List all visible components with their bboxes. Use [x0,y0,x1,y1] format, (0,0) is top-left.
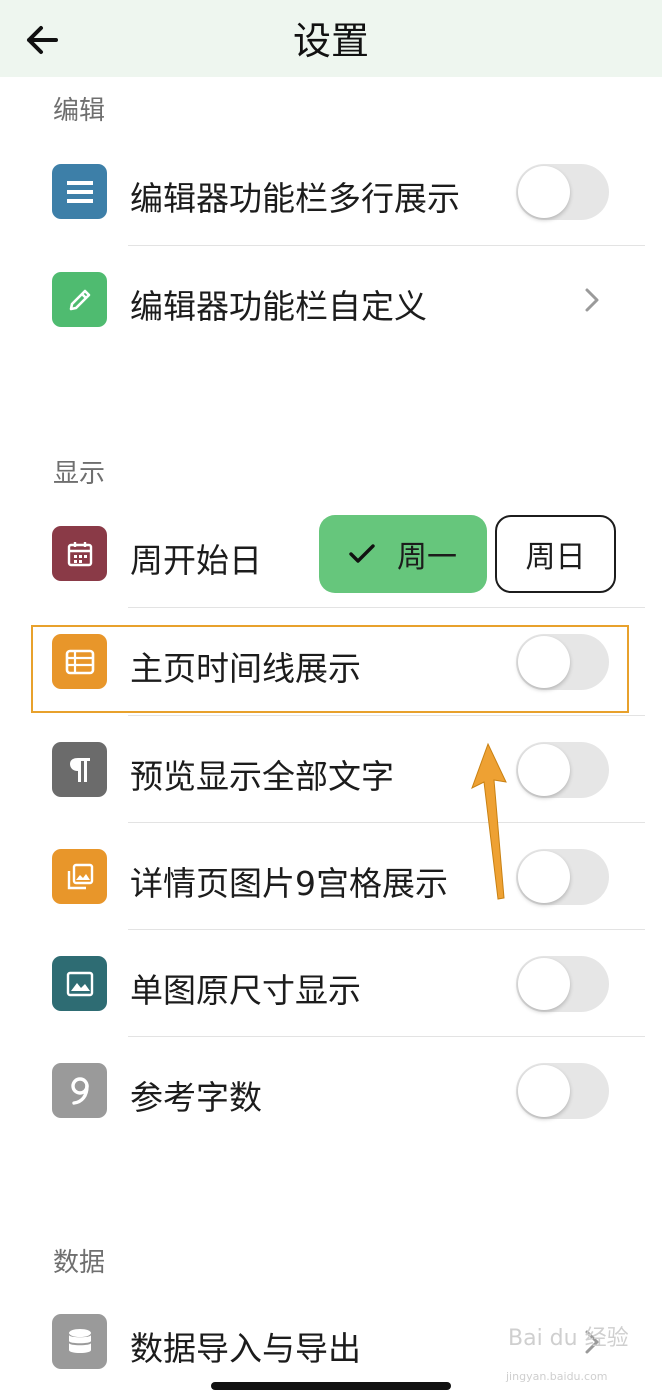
number-nine-icon [52,1063,107,1118]
option-label: 周一 [397,540,457,575]
pilcrow-icon [52,742,107,797]
photo-library-icon [52,849,107,904]
setting-row-custom-toolbar[interactable]: 编辑器功能栏自定义 [0,258,662,348]
setting-row-multiline-toolbar: 编辑器功能栏多行展示 [0,150,662,240]
section-title-display: 显示 [53,459,106,489]
toggle-knob [518,958,570,1010]
divider [128,607,645,608]
home-indicator [211,1382,451,1390]
setting-label: 详情页图片9宫格展示 [130,864,448,903]
divider [128,822,645,823]
watermark-text: Bai du 经验 [508,1326,629,1351]
toggle-knob [518,166,570,218]
divider [128,245,645,246]
pencil-icon [52,272,107,327]
reference-word-count-toggle[interactable] [516,1063,609,1119]
divider [128,929,645,930]
setting-label: 编辑器功能栏自定义 [130,287,427,326]
toggle-knob [518,744,570,796]
toggle-knob [518,851,570,903]
highlight-box [31,625,629,713]
setting-label: 单图原尺寸显示 [130,971,361,1010]
image-icon [52,956,107,1011]
app-header: 设置 [0,0,662,77]
checkmark-icon [349,544,375,564]
calendar-icon [52,526,107,581]
section-title-data: 数据 [53,1248,106,1278]
setting-row-detail-grid: 详情页图片9宫格展示 [0,835,662,925]
database-icon [52,1314,107,1369]
setting-row-week-start: 周开始日 周一 周日 [0,512,662,602]
setting-label: 周开始日 [130,541,262,580]
annotation-arrow-icon [471,742,507,900]
setting-label: 编辑器功能栏多行展示 [130,179,460,218]
setting-label: 数据导入与导出 [130,1329,361,1368]
divider [128,715,645,716]
section-title-editing: 编辑 [53,96,106,126]
week-start-sunday-button[interactable]: 周日 [495,515,616,593]
setting-row-single-image-original: 单图原尺寸显示 [0,942,662,1032]
setting-row-preview-all-text: 预览显示全部文字 [0,728,662,818]
chevron-right-icon [579,285,605,315]
page-title: 设置 [292,19,369,63]
preview-all-text-toggle[interactable] [516,742,609,798]
watermark-logo: Bai du 经验 [508,1328,629,1350]
setting-label: 参考字数 [130,1078,262,1117]
toggle-knob [518,1065,570,1117]
divider [128,1036,645,1037]
multiline-toolbar-toggle[interactable] [516,164,609,220]
list-icon [52,164,107,219]
setting-label: 预览显示全部文字 [130,757,394,796]
option-label: 周日 [525,540,586,575]
setting-row-reference-word-count: 参考字数 [0,1049,662,1139]
watermark-url: jingyan.baidu.com [506,1370,608,1383]
detail-grid-toggle[interactable] [516,849,609,905]
week-start-monday-button[interactable]: 周一 [319,515,487,593]
single-image-original-toggle[interactable] [516,956,609,1012]
